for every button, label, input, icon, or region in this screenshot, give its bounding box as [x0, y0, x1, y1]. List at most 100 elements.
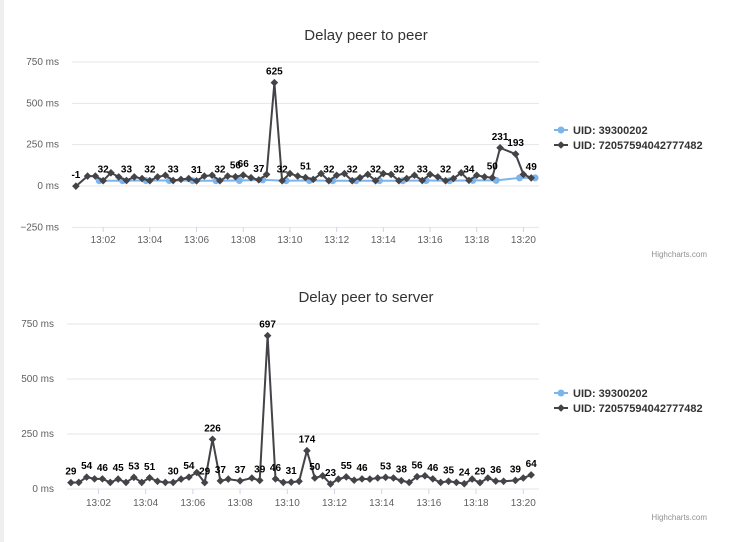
data-label: 55 — [341, 461, 353, 472]
data-point[interactable] — [429, 475, 437, 483]
data-point[interactable] — [208, 435, 217, 444]
y-tick-label: 500 ms — [21, 374, 54, 385]
data-label: 32 — [440, 165, 452, 176]
data-point[interactable] — [263, 331, 272, 340]
data-point[interactable] — [216, 477, 225, 485]
y-tick-label: 0 ms — [37, 181, 59, 192]
data-point[interactable] — [358, 475, 366, 483]
data-label: 37 — [253, 164, 265, 175]
data-label: 45 — [113, 463, 125, 474]
data-point[interactable] — [153, 477, 162, 486]
data-label: 32 — [214, 165, 226, 176]
data-label: 46 — [97, 463, 109, 474]
data-point[interactable] — [169, 478, 177, 487]
data-label: 54 — [183, 461, 195, 472]
data-point[interactable] — [311, 474, 319, 482]
data-point[interactable] — [342, 473, 351, 481]
legend-item[interactable]: UID: 72057594042777482 — [554, 140, 703, 152]
data-label: 33 — [121, 165, 133, 176]
data-label: 34 — [463, 164, 475, 175]
credits-link[interactable]: Highcharts.com — [651, 250, 707, 259]
x-tick-label: 13:10 — [277, 235, 302, 246]
data-point[interactable] — [224, 475, 233, 483]
data-point[interactable] — [491, 477, 500, 485]
data-point[interactable] — [295, 477, 303, 486]
x-tick-label: 13:08 — [231, 235, 256, 246]
data-point[interactable] — [444, 477, 453, 486]
data-point[interactable] — [397, 476, 406, 485]
y-tick-label: 250 ms — [26, 140, 59, 151]
chart-title: Delay peer to peer — [304, 27, 427, 44]
data-point[interactable] — [279, 478, 288, 487]
data-label: 56 — [412, 461, 424, 472]
data-label: 31 — [191, 165, 203, 176]
data-label: 32 — [347, 165, 359, 176]
data-label: 37 — [235, 465, 247, 476]
legend-label: UID: 39300202 — [573, 125, 648, 137]
data-point[interactable] — [381, 473, 390, 482]
data-label: 36 — [490, 465, 502, 476]
data-point[interactable] — [366, 475, 374, 483]
data-label: 32 — [144, 165, 156, 176]
legend-marker — [557, 389, 565, 397]
legend-item[interactable]: UID: 39300202 — [554, 125, 648, 137]
legend-label: UID: 72057594042777482 — [573, 403, 703, 415]
y-tick-label: 0 ms — [32, 484, 54, 495]
legend-item[interactable]: UID: 72057594042777482 — [554, 403, 703, 415]
data-point[interactable] — [350, 476, 358, 484]
legend-label: UID: 39300202 — [573, 388, 648, 400]
x-tick-label: 13:02 — [91, 235, 116, 246]
data-label: 46 — [427, 463, 439, 474]
x-tick-label: 13:04 — [133, 498, 158, 509]
x-tick-label: 13:16 — [418, 235, 443, 246]
data-point[interactable] — [236, 477, 244, 485]
data-label: -1 — [71, 170, 80, 181]
data-point[interactable] — [499, 477, 508, 486]
data-label: 33 — [168, 165, 180, 176]
data-label: 31 — [286, 466, 298, 477]
data-label: 53 — [380, 461, 392, 472]
data-label: 53 — [128, 461, 140, 472]
data-point[interactable] — [271, 475, 280, 483]
plot-area: 0 ms 250 ms 500 ms 750 ms 13:02 13:04 13:06 13:… — [21, 319, 539, 509]
y-tick-label: 750 ms — [21, 319, 54, 330]
data-point[interactable] — [511, 476, 520, 485]
data-label: 66 — [238, 159, 250, 170]
data-point[interactable] — [67, 478, 75, 487]
x-tick-label: 13:04 — [137, 235, 162, 246]
data-point[interactable] — [98, 475, 107, 483]
data-point[interactable] — [106, 478, 115, 487]
legend-marker — [557, 141, 565, 149]
data-point[interactable] — [293, 172, 302, 180]
chart-title: Delay peer to server — [298, 289, 433, 306]
data-point[interactable] — [255, 476, 264, 485]
legend-item[interactable]: UID: 39300202 — [554, 388, 648, 400]
data-label: 46 — [356, 463, 368, 474]
data-point[interactable] — [511, 150, 520, 158]
data-label: 51 — [144, 462, 156, 473]
x-tick-label: 13:12 — [322, 498, 347, 509]
data-label: 32 — [98, 165, 110, 176]
legend-marker — [557, 404, 565, 412]
data-point[interactable] — [452, 478, 461, 487]
data-point[interactable] — [287, 478, 295, 486]
data-point[interactable] — [373, 474, 382, 482]
credits-link[interactable]: Highcharts.com — [651, 513, 707, 522]
data-label: 39 — [254, 464, 266, 475]
data-point[interactable] — [303, 446, 311, 455]
data-point[interactable] — [161, 478, 170, 487]
data-point[interactable] — [436, 478, 445, 487]
data-point[interactable] — [114, 475, 122, 483]
data-point[interactable] — [90, 475, 99, 483]
data-point[interactable] — [527, 471, 535, 479]
data-label: 697 — [259, 320, 276, 331]
data-label: 35 — [443, 465, 455, 476]
data-label: 23 — [325, 468, 337, 479]
data-label: 30 — [168, 466, 180, 477]
data-point[interactable] — [270, 78, 279, 87]
legend-marker — [557, 126, 565, 134]
data-label: 37 — [215, 465, 227, 476]
legend: UID: 39300202 UID: 72057594042777482 — [554, 388, 703, 415]
data-point[interactable] — [177, 175, 185, 184]
data-label: 29 — [474, 467, 486, 478]
